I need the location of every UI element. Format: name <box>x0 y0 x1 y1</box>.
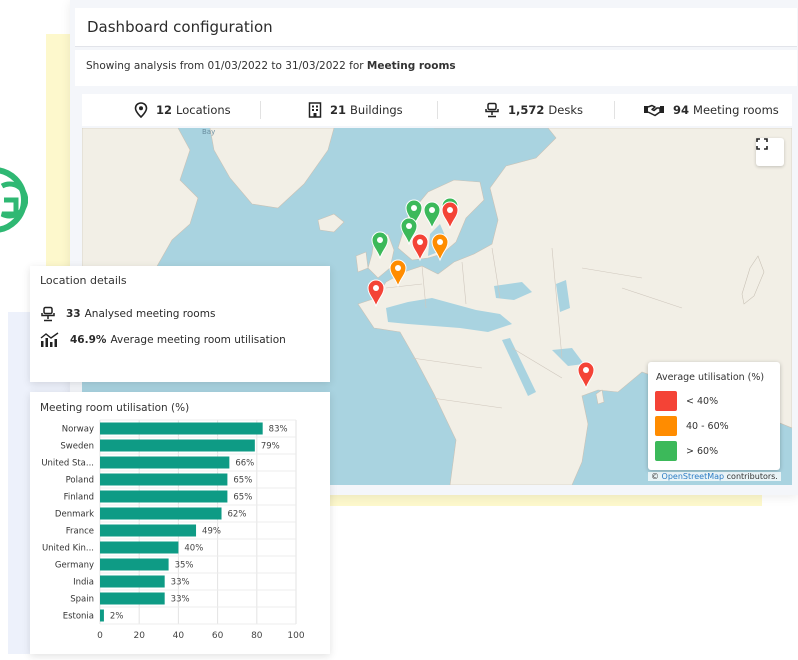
bar <box>100 524 197 537</box>
bar <box>100 456 230 469</box>
stat-label: Meeting rooms <box>693 103 779 117</box>
attribution-prefix: © <box>651 472 659 481</box>
desk-chair-icon <box>485 102 499 118</box>
stat-label: Locations <box>176 103 231 117</box>
legend-label-mid: 40 - 60% <box>686 421 729 432</box>
data-label: 33% <box>171 595 190 605</box>
average-utilisation-value: 46.9% <box>70 334 107 346</box>
x-tick-label: 20 <box>133 631 145 641</box>
fullscreen-button[interactable] <box>756 138 784 166</box>
divider <box>260 101 261 119</box>
legend-label-low: < 40% <box>686 396 719 407</box>
location-details-card: Location details 33 Analysed meeting roo… <box>30 266 330 382</box>
category-label: Finland <box>64 493 94 503</box>
legend-title: Average utilisation (%) <box>656 372 765 383</box>
legend-swatch-mid <box>655 416 677 436</box>
fullscreen-icon <box>756 138 768 150</box>
divider <box>614 101 615 119</box>
category-label: India <box>73 578 94 588</box>
location-details-title: Location details <box>40 274 127 287</box>
data-label: 66% <box>235 459 254 469</box>
utilisation-chart-card: Meeting room utilisation (%) 0 20 40 60 80 10… <box>30 392 330 654</box>
bar <box>100 507 222 520</box>
bar <box>100 422 263 435</box>
map-legend: Average utilisation (%) < 40% 40 - 60% >… <box>648 362 780 470</box>
analysis-summary: Showing analysis from 01/03/2022 to 31/0… <box>75 50 797 86</box>
stat-label: Buildings <box>350 103 403 117</box>
average-utilisation-label: Average meeting room utilisation <box>110 334 286 346</box>
stat-buildings: 21 Buildings <box>308 94 403 126</box>
bar <box>100 592 165 605</box>
handshake-icon <box>644 104 664 117</box>
desk-chair-icon <box>41 306 55 322</box>
bar <box>100 490 228 503</box>
analysed-rooms-label: Analysed meeting rooms <box>84 308 216 320</box>
data-label: 33% <box>171 578 190 588</box>
category-label: United Kin... <box>42 544 94 554</box>
category-label: United Sta... <box>41 459 94 469</box>
stat-value: 94 <box>673 103 690 117</box>
data-label: 83% <box>269 425 288 435</box>
logo <box>0 160 29 240</box>
logo-icon <box>0 167 29 233</box>
data-label: 49% <box>202 527 221 537</box>
data-label: 35% <box>175 561 194 571</box>
x-tick-label: 0 <box>97 631 103 641</box>
header-bar: Dashboard configuration <box>75 8 797 47</box>
stat-value: 21 <box>330 103 347 117</box>
category-label: Poland <box>66 476 94 486</box>
stat-value: 1,572 <box>508 103 545 117</box>
divider <box>437 101 438 119</box>
location-pin-icon <box>134 102 148 118</box>
stat-label: Desks <box>548 103 583 117</box>
x-tick-label: 80 <box>251 631 263 641</box>
category-label: Germany <box>55 561 94 571</box>
x-tick-label: 60 <box>212 631 224 641</box>
data-label: 65% <box>233 476 252 486</box>
legend-swatch-high <box>655 441 677 461</box>
x-tick-label: 40 <box>173 631 185 641</box>
bar <box>100 558 169 571</box>
utilisation-bar-chart: 0 20 40 60 80 100 Norway 83% Sweden 79% United Sta… <box>41 419 305 641</box>
category-label: Estonia <box>63 612 94 622</box>
page-title: Dashboard configuration <box>87 18 273 36</box>
bar <box>100 439 255 452</box>
analysis-space-type: Meeting rooms <box>366 60 456 72</box>
data-label: 65% <box>233 493 252 503</box>
category-label: Sweden <box>60 442 94 452</box>
stat-value: 12 <box>156 103 173 117</box>
analysed-rooms-row: 33 Analysed meeting rooms <box>40 306 215 322</box>
x-tick-label: 100 <box>287 631 304 641</box>
chart-icon <box>40 332 59 347</box>
stat-locations: 12 Locations <box>134 94 231 126</box>
average-utilisation-row: 46.9% Average meeting room utilisation <box>40 332 286 348</box>
bar <box>100 473 228 486</box>
openstreetmap-link[interactable]: OpenStreetMap <box>662 472 725 481</box>
analysis-date-range: Showing analysis from 01/03/2022 to 31/0… <box>86 60 364 72</box>
attribution-suffix: contributors. <box>726 472 778 481</box>
map-place-label: Bay <box>202 128 216 136</box>
map-attribution: © OpenStreetMap contributors. <box>648 472 781 481</box>
analysis-summary-text: Showing analysis from 01/03/2022 to 31/0… <box>86 60 456 72</box>
category-label: France <box>66 527 94 537</box>
data-label: 2% <box>110 612 124 622</box>
legend-label-high: > 60% <box>686 446 719 457</box>
data-label: 40% <box>184 544 203 554</box>
analysed-rooms-value: 33 <box>66 308 81 320</box>
building-icon <box>308 102 322 118</box>
legend-swatch-low <box>655 391 677 411</box>
bar <box>100 609 104 622</box>
bar <box>100 575 165 588</box>
stat-desks: 1,572 Desks <box>484 94 583 126</box>
data-label: 79% <box>261 442 280 452</box>
category-label: Norway <box>62 425 94 435</box>
category-label: Denmark <box>55 510 94 520</box>
stats-bar: 12 Locations 21 Buildings 1,572 Desks 94… <box>82 94 792 126</box>
bar <box>100 541 179 554</box>
stat-meeting-rooms: 94 Meeting rooms <box>643 94 779 126</box>
category-label: Spain <box>70 595 94 605</box>
data-label: 62% <box>228 510 247 520</box>
